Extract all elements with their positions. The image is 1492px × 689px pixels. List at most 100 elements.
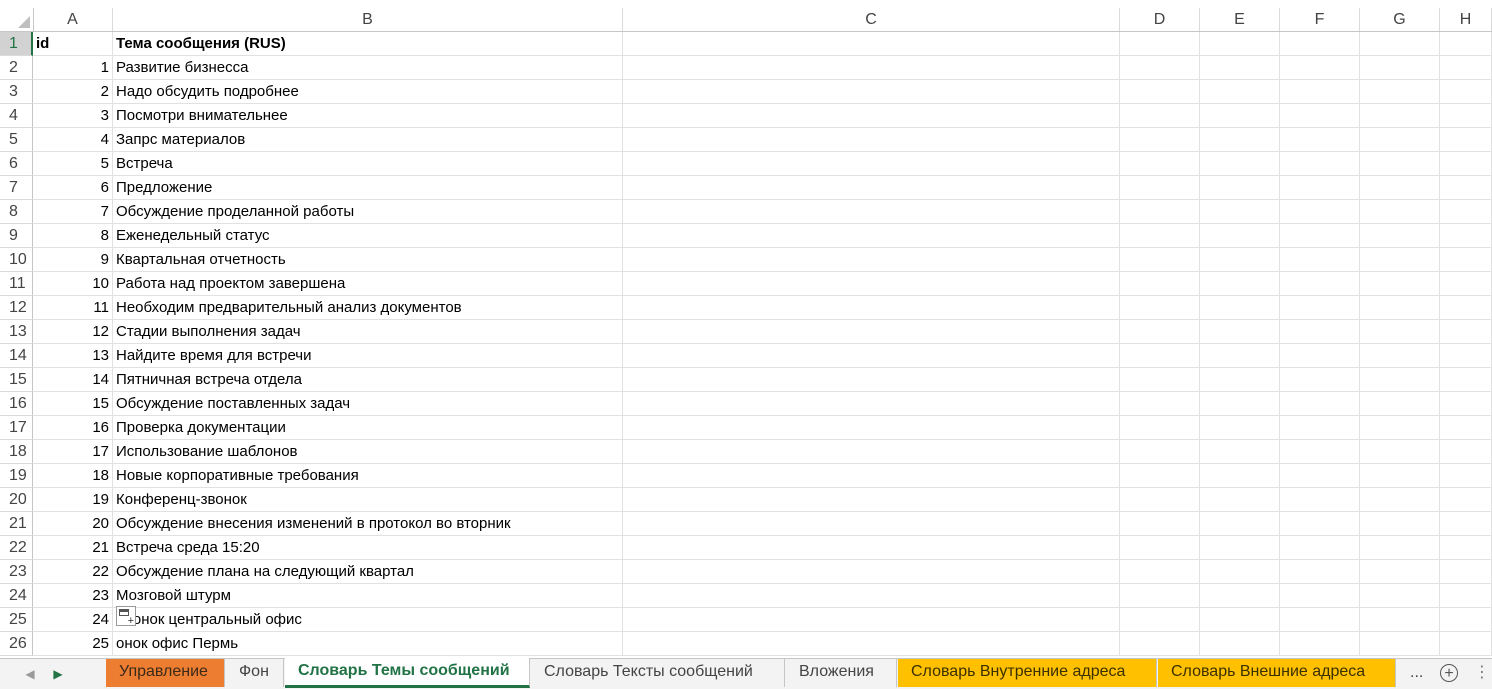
cell-id[interactable]: 3 <box>33 104 113 128</box>
cell-empty[interactable] <box>1360 464 1440 488</box>
cell-id[interactable]: 17 <box>33 440 113 464</box>
cell-empty[interactable] <box>1280 104 1360 128</box>
cell-empty[interactable] <box>1360 632 1440 656</box>
cell-empty[interactable] <box>1360 152 1440 176</box>
cell-empty[interactable] <box>1280 368 1360 392</box>
cell-empty[interactable] <box>623 104 1120 128</box>
cell-id[interactable]: 2 <box>33 80 113 104</box>
cell-subject[interactable]: Найдите время для встречи <box>113 344 623 368</box>
paste-options-icon[interactable] <box>116 606 136 627</box>
sheet-tab[interactable]: Фон <box>226 659 284 687</box>
cell-id[interactable]: 15 <box>33 392 113 416</box>
cell-empty[interactable] <box>1440 368 1492 392</box>
cell-empty[interactable] <box>623 512 1120 536</box>
cell-empty[interactable] <box>1200 560 1280 584</box>
cell-id[interactable]: 20 <box>33 512 113 536</box>
cell-empty[interactable] <box>1200 104 1280 128</box>
row-header[interactable]: 13 <box>0 320 33 344</box>
cell-empty[interactable] <box>623 416 1120 440</box>
cell-id[interactable]: 23 <box>33 584 113 608</box>
cell-empty[interactable] <box>1280 224 1360 248</box>
cell-empty[interactable] <box>1120 416 1200 440</box>
cell-empty[interactable] <box>1440 152 1492 176</box>
cell-id[interactable]: 11 <box>33 296 113 320</box>
cell-empty[interactable] <box>623 152 1120 176</box>
cell-empty[interactable] <box>1120 512 1200 536</box>
cell-empty[interactable] <box>1280 560 1360 584</box>
cell-empty[interactable] <box>1360 536 1440 560</box>
cell-empty[interactable] <box>1120 584 1200 608</box>
cell-empty[interactable] <box>1120 104 1200 128</box>
cell-empty[interactable] <box>1360 248 1440 272</box>
row-header[interactable]: 5 <box>0 128 33 152</box>
cell-empty[interactable] <box>623 392 1120 416</box>
cell-subject[interactable]: Конференц-звонок <box>113 488 623 512</box>
column-header-h[interactable]: H <box>1440 8 1492 31</box>
cell-empty[interactable] <box>1360 344 1440 368</box>
cell-empty[interactable] <box>1280 512 1360 536</box>
cell-empty[interactable] <box>1440 224 1492 248</box>
cell-empty[interactable] <box>1440 560 1492 584</box>
cell-id[interactable]: 19 <box>33 488 113 512</box>
cell-empty[interactable] <box>1200 368 1280 392</box>
cell-empty[interactable] <box>623 584 1120 608</box>
cell-id[interactable]: 4 <box>33 128 113 152</box>
cell-empty[interactable] <box>1360 560 1440 584</box>
cell-id[interactable]: 14 <box>33 368 113 392</box>
cell-subject[interactable]: Стадии выполнения задач <box>113 320 623 344</box>
sheet-tab[interactable]: Управление <box>106 659 225 687</box>
sheet-tab[interactable]: Словарь Тексты сообщений <box>531 659 785 687</box>
cell-empty[interactable] <box>1440 440 1492 464</box>
cell-empty[interactable] <box>623 32 1120 56</box>
cell-empty[interactable] <box>1200 416 1280 440</box>
cell-empty[interactable] <box>1440 320 1492 344</box>
cell-empty[interactable] <box>1200 56 1280 80</box>
cell-empty[interactable] <box>1120 368 1200 392</box>
column-header-a[interactable]: A <box>33 8 113 31</box>
cell-id[interactable]: 9 <box>33 248 113 272</box>
cell-empty[interactable] <box>623 632 1120 656</box>
cell-subject[interactable]: Обсуждение проделанной работы <box>113 200 623 224</box>
cell-empty[interactable] <box>1360 80 1440 104</box>
cell-empty[interactable] <box>623 56 1120 80</box>
cell-empty[interactable] <box>1440 128 1492 152</box>
cell-id[interactable]: 18 <box>33 464 113 488</box>
cell-empty[interactable] <box>1360 488 1440 512</box>
cell-empty[interactable] <box>1280 584 1360 608</box>
cell-subject[interactable]: Обсуждение внесения изменений в протокол… <box>113 512 623 536</box>
cell-empty[interactable] <box>1120 464 1200 488</box>
sheet-tab[interactable]: Словарь Внешние адреса <box>1158 659 1396 687</box>
cell-id[interactable]: 21 <box>33 536 113 560</box>
cell-empty[interactable] <box>623 608 1120 632</box>
cell-empty[interactable] <box>1200 608 1280 632</box>
vertical-dots-icon[interactable]: ⋮ <box>1474 659 1490 689</box>
cell-empty[interactable] <box>1280 128 1360 152</box>
row-header[interactable]: 23 <box>0 560 33 584</box>
cell-empty[interactable] <box>1120 320 1200 344</box>
cell-empty[interactable] <box>1440 200 1492 224</box>
cell-empty[interactable] <box>1200 128 1280 152</box>
cell-id[interactable]: 13 <box>33 344 113 368</box>
cell-subject[interactable]: Посмотри внимательнее <box>113 104 623 128</box>
cell-empty[interactable] <box>1200 512 1280 536</box>
row-header[interactable]: 24 <box>0 584 33 608</box>
row-header[interactable]: 1 <box>0 32 33 56</box>
cell-empty[interactable] <box>1440 512 1492 536</box>
row-header[interactable]: 15 <box>0 368 33 392</box>
cell-empty[interactable] <box>1120 392 1200 416</box>
cell-empty[interactable] <box>1280 32 1360 56</box>
row-header[interactable]: 2 <box>0 56 33 80</box>
cell-empty[interactable] <box>623 248 1120 272</box>
cell-subject[interactable]: Тема сообщения (RUS) <box>113 32 623 56</box>
cell-empty[interactable] <box>623 80 1120 104</box>
cell-empty[interactable] <box>1200 176 1280 200</box>
column-header-g[interactable]: G <box>1360 8 1440 31</box>
cell-id[interactable]: id <box>33 32 113 56</box>
cell-empty[interactable] <box>623 560 1120 584</box>
cell-empty[interactable] <box>623 128 1120 152</box>
cell-empty[interactable] <box>1120 176 1200 200</box>
cell-empty[interactable] <box>1360 128 1440 152</box>
cell-id[interactable]: 25 <box>33 632 113 656</box>
cell-empty[interactable] <box>1120 224 1200 248</box>
cell-empty[interactable] <box>1440 416 1492 440</box>
